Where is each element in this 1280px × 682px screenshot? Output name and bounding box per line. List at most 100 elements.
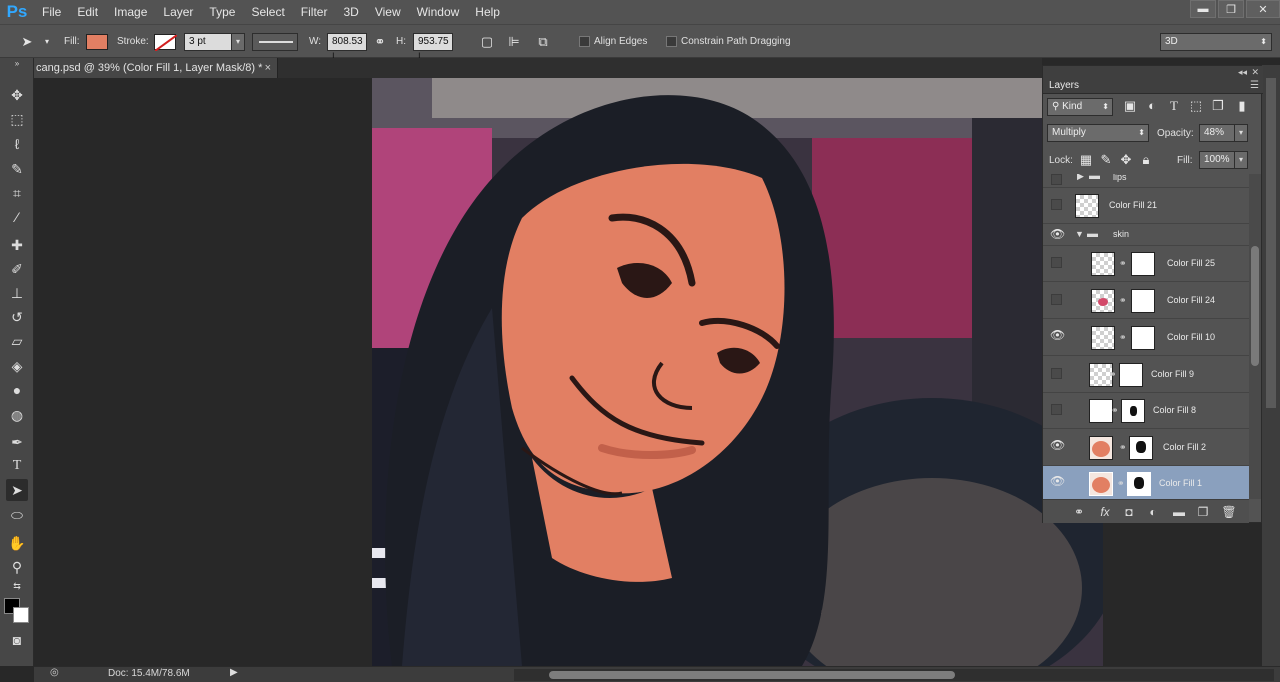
move-tool-icon[interactable]: ✥ [6, 84, 28, 106]
new-group-folder-icon[interactable]: ▬ [1171, 504, 1187, 520]
menu-filter[interactable]: Filter [293, 0, 336, 24]
eye-icon[interactable]: 👁︎ [1050, 438, 1065, 452]
panel-menu-icon[interactable]: ☰ [1250, 80, 1259, 91]
background-color-swatch[interactable] [13, 607, 29, 623]
canvas-horizontal-scrollbar[interactable] [514, 669, 1274, 681]
quick-mask-icon[interactable]: ◙ [6, 629, 28, 651]
fill-color-swatch[interactable] [86, 34, 108, 50]
eye-icon[interactable]: 👁︎ [1050, 328, 1065, 342]
eyedropper-tool-icon[interactable]: ⁄ [6, 206, 28, 228]
blur-tool-icon[interactable]: ● [6, 379, 28, 401]
layer-mask-thumbnail[interactable] [1127, 472, 1151, 496]
filter-type-icon[interactable]: T [1165, 98, 1183, 114]
filter-kind-dropdown[interactable]: ⚲ Kind ⬍ [1047, 98, 1113, 116]
close-tab-icon[interactable]: × [265, 58, 271, 78]
stroke-width-field[interactable]: 3 pt [184, 33, 232, 51]
filter-toggle-icon[interactable]: ▮ [1233, 98, 1251, 114]
height-field[interactable]: 953.75 | [413, 33, 453, 63]
visibility-toggle[interactable] [1051, 368, 1062, 379]
chevron-right-icon[interactable]: ▶ [1077, 174, 1084, 182]
visibility-toggle[interactable] [1051, 199, 1062, 210]
path-alignment-icon[interactable]: ⊫ [505, 34, 523, 50]
layer-color-fill-10[interactable]: 👁︎ ⚭ Color Fill 10 [1043, 320, 1249, 356]
link-dimensions-icon[interactable]: ⚭ [371, 34, 389, 50]
menu-help[interactable]: Help [467, 0, 508, 24]
visibility-toggle[interactable] [1051, 174, 1062, 185]
layer-color-fill-1[interactable]: 👁︎ ⚭ Color Fill 1 [1043, 466, 1249, 499]
menu-type[interactable]: Type [201, 0, 243, 24]
menu-view[interactable]: View [367, 0, 409, 24]
status-menu-icon[interactable]: ◎ [50, 667, 59, 678]
visibility-toggle[interactable] [1051, 257, 1062, 268]
layer-mask-thumbnail[interactable] [1131, 252, 1155, 276]
restore-button[interactable]: ❐ [1218, 0, 1244, 18]
lock-image-icon[interactable]: ✎ [1097, 152, 1115, 168]
stroke-none-swatch[interactable] [154, 34, 178, 52]
minimize-button[interactable]: ▬ [1190, 0, 1216, 18]
fill-slider-toggle[interactable]: ▾ [1234, 151, 1248, 169]
opacity-field[interactable]: 48% [1199, 124, 1235, 142]
path-operations-icon[interactable]: ▢ [478, 34, 496, 50]
layer-color-fill-24[interactable]: ⚭ Color Fill 24 [1043, 283, 1249, 319]
align-edges-checkbox[interactable] [579, 36, 590, 47]
chevron-down-icon[interactable]: ▼ [1075, 229, 1084, 239]
lock-position-icon[interactable]: ✥ [1117, 152, 1135, 168]
collapse-panel-icon[interactable]: ◂◂ [1238, 67, 1247, 78]
horizontal-scrollbar-thumb[interactable] [549, 671, 955, 679]
layer-group-skin[interactable]: 👁︎ ▼ ▬ skin [1043, 224, 1249, 246]
lasso-tool-icon[interactable]: ℓ [6, 133, 28, 155]
menu-layer[interactable]: Layer [155, 0, 201, 24]
document-tab[interactable]: cang.psd @ 39% (Color Fill 1, Layer Mask… [0, 58, 278, 78]
link-icon[interactable]: ⚭ [1119, 442, 1127, 453]
opacity-slider-toggle[interactable]: ▾ [1234, 124, 1248, 142]
menu-file[interactable]: File [34, 0, 69, 24]
path-selection-tool-preset-icon[interactable]: ➤ [18, 34, 36, 50]
delete-layer-trash-icon[interactable]: 🗑︎ [1221, 504, 1237, 520]
stroke-width-dropdown[interactable]: ▾ [231, 33, 245, 51]
pen-tool-icon[interactable]: ✒ [6, 431, 28, 453]
filter-adjustment-icon[interactable]: ◐ [1143, 98, 1161, 114]
lock-all-icon[interactable]: 🔒︎ [1137, 152, 1155, 168]
crop-tool-icon[interactable]: ⌗ [6, 182, 28, 204]
dodge-tool-icon[interactable]: ◍ [6, 404, 28, 426]
layer-color-fill-9[interactable]: ⚭ Color Fill 9 [1043, 357, 1249, 393]
layer-group-lips[interactable]: ▶ ▬ lips [1043, 174, 1249, 188]
layer-color-fill-25[interactable]: ⚭ Color Fill 25 [1043, 246, 1249, 282]
brush-tool-icon[interactable]: ✐ [6, 258, 28, 280]
zoom-tool-icon[interactable]: ⚲ [6, 556, 28, 578]
blend-mode-dropdown[interactable]: Multiply ⬍ [1047, 124, 1149, 142]
menu-edit[interactable]: Edit [69, 0, 106, 24]
collapse-toolbar-icon[interactable]: » [6, 60, 28, 68]
stroke-type-dropdown[interactable] [252, 33, 298, 51]
status-expand-arrow-icon[interactable]: ▶ [230, 667, 238, 678]
filter-pixel-icon[interactable]: ▣ [1121, 98, 1139, 114]
lock-transparent-icon[interactable]: ▦ [1077, 152, 1095, 168]
link-icon[interactable]: ⚭ [1119, 295, 1127, 306]
menu-select[interactable]: Select [243, 0, 292, 24]
history-brush-tool-icon[interactable]: ↺ [6, 306, 28, 328]
layer-color-fill-2[interactable]: 👁︎ ⚭ Color Fill 2 [1043, 430, 1249, 466]
link-layers-icon[interactable]: ⚭ [1071, 504, 1087, 520]
hand-tool-icon[interactable]: ✋ [6, 532, 28, 554]
link-icon[interactable]: ⚭ [1111, 405, 1119, 416]
preset-dropdown-arrow-icon[interactable]: ▾ [38, 34, 56, 50]
workspace-switcher[interactable]: 3D ⬍ [1160, 33, 1272, 51]
layer-mask-thumbnail[interactable] [1131, 289, 1155, 313]
layer-mask-thumbnail[interactable] [1121, 399, 1145, 423]
eye-icon[interactable]: 👁︎ [1050, 474, 1065, 488]
canvas-vertical-scrollbar[interactable] [1266, 78, 1276, 408]
layer-color-fill-21[interactable]: Color Fill 21 [1043, 188, 1249, 224]
eye-icon[interactable]: 👁︎ [1050, 227, 1065, 241]
menu-window[interactable]: Window [409, 0, 468, 24]
visibility-toggle[interactable] [1051, 294, 1062, 305]
path-selection-tool-icon[interactable]: ➤ [6, 479, 28, 501]
eraser-tool-icon[interactable]: ▱ [6, 330, 28, 352]
layer-mask-thumbnail[interactable] [1129, 436, 1153, 460]
layer-mask-thumbnail[interactable] [1119, 363, 1143, 387]
link-icon[interactable]: ⚭ [1119, 258, 1127, 269]
layer-mask-thumbnail[interactable] [1131, 326, 1155, 350]
link-icon[interactable]: ⚭ [1117, 478, 1125, 489]
add-mask-icon[interactable]: ◘ [1121, 504, 1137, 520]
swap-colors-icon[interactable]: ⇆ [6, 580, 28, 592]
layers-tab[interactable]: Layers [1049, 80, 1079, 91]
